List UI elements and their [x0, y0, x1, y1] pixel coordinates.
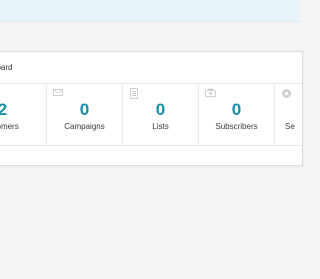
dashboard-panel: board 2 tomers 0 Campaigns 0 Lists 0 [0, 51, 303, 166]
stat-label: Subscribers [215, 122, 258, 131]
stats-row: 2 tomers 0 Campaigns 0 Lists 0 Subscribe… [0, 84, 302, 146]
list-icon [129, 88, 139, 99]
stat-label: Lists [152, 122, 169, 131]
settings-icon [281, 88, 291, 98]
stat-value: 0 [155, 100, 166, 119]
stat-label: tomers [0, 122, 19, 131]
stat-label: Campaigns [64, 122, 105, 131]
stat-label: Se [285, 122, 295, 131]
panel-title: board [0, 63, 13, 72]
campaign-icon [53, 88, 63, 97]
stat-settings[interactable]: Se [275, 84, 304, 146]
stat-customers[interactable]: 2 tomers [0, 84, 47, 146]
stat-campaigns[interactable]: 0 Campaigns [47, 84, 123, 146]
stat-subscribers[interactable]: 0 Subscribers [199, 84, 275, 146]
panel-header: board [0, 52, 302, 84]
stat-lists[interactable]: 0 Lists [123, 84, 199, 146]
stat-value: 0 [79, 100, 90, 119]
stat-value: 2 [0, 100, 8, 119]
subscribers-icon [205, 88, 216, 97]
top-banner [0, 0, 300, 22]
stat-value: 0 [231, 100, 242, 119]
